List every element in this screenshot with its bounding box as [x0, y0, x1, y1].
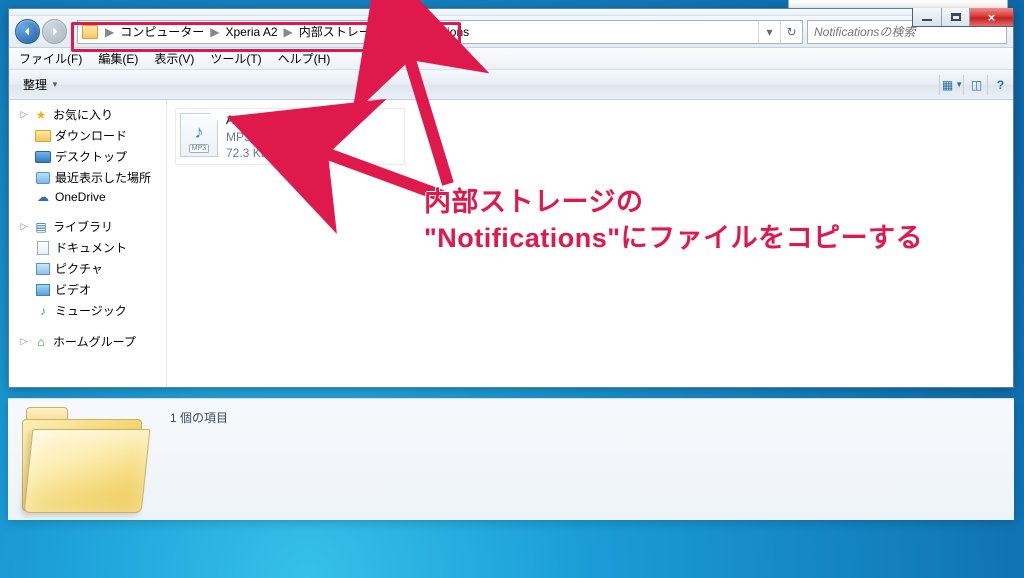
- breadcrumb-item[interactable]: Notifications: [401, 25, 472, 39]
- folder-icon: [82, 25, 98, 39]
- breadcrumb-sep: ▶: [386, 25, 401, 39]
- file-list[interactable]: ♪ MP3 ANA_BELL.mp3 MP3 形式サウンド 72.3 KB: [167, 100, 1013, 387]
- file-name: ANA_BELL.mp3: [226, 113, 326, 127]
- file-thumbnail: ♪ MP3: [180, 113, 218, 157]
- tree-music[interactable]: ♪ ミュージック: [9, 300, 166, 321]
- tree-label: ドキュメント: [55, 239, 127, 256]
- tree-label: OneDrive: [55, 190, 106, 204]
- close-icon: ×: [988, 11, 996, 24]
- breadcrumb-sep: ▶: [102, 25, 117, 39]
- titlebar[interactable]: ×: [9, 9, 1013, 16]
- menu-file[interactable]: ファイル(F): [13, 48, 88, 69]
- minimize-button[interactable]: [913, 8, 941, 26]
- help-icon: ?: [997, 78, 1004, 92]
- menu-edit[interactable]: 編集(E): [92, 48, 144, 69]
- tree-homegroup[interactable]: ▷ ⌂ ホームグループ: [9, 331, 166, 352]
- tree-label: ミュージック: [55, 302, 127, 319]
- view-icon: ▦: [942, 78, 953, 92]
- file-item[interactable]: ♪ MP3 ANA_BELL.mp3 MP3 形式サウンド 72.3 KB: [175, 108, 405, 165]
- close-button[interactable]: ×: [969, 8, 1013, 26]
- expand-toggle[interactable]: ▷: [19, 221, 29, 232]
- star-icon: ★: [33, 108, 49, 122]
- organize-label: 整理: [23, 76, 47, 93]
- window-controls: ×: [912, 8, 1014, 27]
- refresh-button[interactable]: ↻: [780, 21, 802, 43]
- address-bar[interactable]: ▶ コンピューター ▶ Xperia A2 ▶ 内部ストレージ ▶ Notifi…: [77, 20, 803, 44]
- tree-favorites[interactable]: ▷ ★ お気に入り: [9, 104, 166, 125]
- view-options-button[interactable]: ▦▼: [939, 75, 959, 95]
- breadcrumb-sep: ▶: [207, 25, 222, 39]
- tree-videos[interactable]: ビデオ: [9, 279, 166, 300]
- tree-pictures[interactable]: ピクチャ: [9, 258, 166, 279]
- file-meta: ANA_BELL.mp3 MP3 形式サウンド 72.3 KB: [226, 113, 326, 160]
- cloud-icon: ☁: [35, 190, 51, 204]
- library-icon: ▤: [33, 220, 49, 234]
- preview-pane-icon: ◫: [971, 78, 982, 92]
- details-pane: 1 個の項目: [8, 398, 1014, 520]
- file-kind: MP3 形式サウンド: [226, 128, 326, 145]
- recent-icon: [36, 172, 50, 184]
- tree-libraries[interactable]: ▷ ▤ ライブラリ: [9, 216, 166, 237]
- back-arrow-icon: [22, 26, 33, 37]
- expand-toggle[interactable]: ▷: [19, 336, 29, 347]
- item-count: 1 個の項目: [170, 409, 228, 426]
- toolbar-right: ▦▼ ◫ ?: [939, 75, 1007, 95]
- tree-label: ライブラリ: [53, 218, 113, 235]
- breadcrumb-sep: ▶: [281, 25, 296, 39]
- maximize-icon: [951, 13, 961, 21]
- menu-tools[interactable]: ツール(T): [204, 48, 267, 69]
- preview-pane-button[interactable]: ◫: [963, 75, 983, 95]
- folder-icon: [35, 130, 51, 142]
- file-ext-badge: MP3: [189, 144, 209, 153]
- tree-label: 最近表示した場所: [55, 169, 151, 186]
- video-icon: [36, 284, 50, 296]
- help-button[interactable]: ?: [987, 75, 1007, 95]
- tree-desktop[interactable]: デスクトップ: [9, 146, 166, 167]
- breadcrumb-item[interactable]: Xperia A2: [222, 25, 280, 39]
- picture-icon: [36, 263, 50, 275]
- menu-bar: ファイル(F) 編集(E) 表示(V) ツール(T) ヘルプ(H): [9, 48, 1013, 70]
- forward-button[interactable]: [42, 19, 67, 44]
- menu-view[interactable]: 表示(V): [148, 48, 200, 69]
- chevron-down-icon: ▼: [955, 80, 963, 89]
- tree-onedrive[interactable]: ☁ OneDrive: [9, 188, 166, 206]
- maximize-button[interactable]: [941, 8, 969, 26]
- forward-arrow-icon: [49, 26, 60, 37]
- music-icon: ♪: [35, 304, 51, 318]
- chevron-down-icon: ▼: [51, 80, 59, 89]
- tree-documents[interactable]: ドキュメント: [9, 237, 166, 258]
- tree-label: デスクトップ: [55, 148, 127, 165]
- music-note-icon: ♪: [195, 122, 204, 143]
- explorer-window: × ▶ コンピューター ▶ Xperia A2 ▶ 内部ストレージ ▶ Noti…: [8, 8, 1014, 388]
- breadcrumb[interactable]: ▶ コンピューター ▶ Xperia A2 ▶ 内部ストレージ ▶ Notifi…: [102, 21, 472, 43]
- document-icon: [37, 241, 49, 255]
- navigation-pane[interactable]: ▷ ★ お気に入り ダウンロード デスクトップ 最近表示した場所 ☁ OneDr…: [9, 100, 167, 387]
- breadcrumb-item[interactable]: 内部ストレージ: [296, 23, 386, 40]
- nav-bar: ▶ コンピューター ▶ Xperia A2 ▶ 内部ストレージ ▶ Notifi…: [9, 16, 1013, 48]
- homegroup-icon: ⌂: [33, 335, 49, 349]
- expand-toggle[interactable]: ▷: [19, 109, 29, 120]
- tree-label: ピクチャ: [55, 260, 103, 277]
- folder-large-icon: [20, 407, 150, 515]
- back-button[interactable]: [15, 19, 40, 44]
- chevron-down-icon: ▾: [766, 25, 772, 39]
- desktop-icon: [35, 151, 51, 163]
- tree-label: ホームグループ: [53, 333, 136, 350]
- tree-label: ビデオ: [55, 281, 91, 298]
- command-bar: 整理 ▼ ▦▼ ◫ ?: [9, 70, 1013, 100]
- explorer-body: ▷ ★ お気に入り ダウンロード デスクトップ 最近表示した場所 ☁ OneDr…: [9, 100, 1013, 387]
- tree-label: お気に入り: [53, 106, 113, 123]
- menu-help[interactable]: ヘルプ(H): [272, 48, 337, 69]
- tree-recent[interactable]: 最近表示した場所: [9, 167, 166, 188]
- address-dropdown-button[interactable]: ▾: [758, 21, 780, 43]
- breadcrumb-item[interactable]: コンピューター: [117, 23, 207, 40]
- tree-downloads[interactable]: ダウンロード: [9, 125, 166, 146]
- file-size: 72.3 KB: [226, 146, 326, 160]
- tree-label: ダウンロード: [55, 127, 127, 144]
- minimize-icon: [922, 19, 932, 21]
- organize-button[interactable]: 整理 ▼: [15, 73, 67, 96]
- refresh-icon: ↻: [786, 25, 796, 39]
